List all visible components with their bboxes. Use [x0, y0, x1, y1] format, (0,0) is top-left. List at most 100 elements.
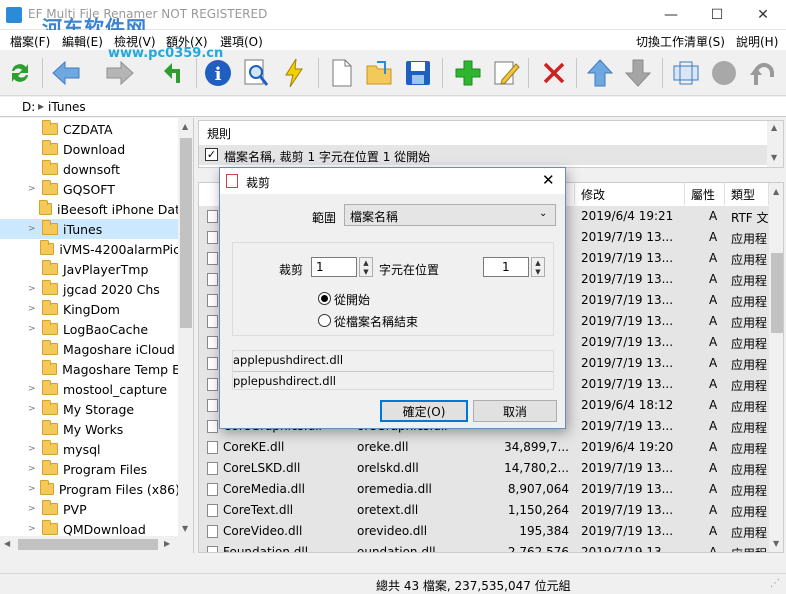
tree-item[interactable]: > PVP — [0, 499, 180, 519]
trim-count-stepper[interactable]: ▲ ▼ — [359, 257, 373, 277]
tree-hscrollbar[interactable]: ◀ ▶ — [0, 536, 193, 553]
table-row[interactable]: CoreLSKD.dll orelskd.dll 14,780,2... 2019/7… — [199, 458, 769, 479]
menu-edit[interactable]: 編輯(E) — [62, 33, 103, 50]
undo-button[interactable] — [746, 57, 778, 89]
column-header-attr[interactable]: 屬性 — [685, 183, 725, 205]
rules-vscrollbar[interactable]: ▲ ▼ — [767, 121, 783, 167]
tree-item[interactable]: Magoshare Temp E — [0, 359, 180, 379]
preview-button[interactable] — [240, 57, 272, 89]
table-row[interactable]: CoreKE.dll oreke.dll 34,899,7... 2019/6/4 1… — [199, 437, 769, 458]
table-row[interactable]: Foundation.dll oundation.dll 2,762,576 2019… — [199, 542, 769, 553]
folder-icon — [42, 120, 58, 135]
tree-item[interactable]: JavPlayerTmp — [0, 259, 180, 279]
filelist-scroll-thumb[interactable] — [771, 253, 783, 333]
tree-hscroll-thumb[interactable] — [18, 539, 158, 550]
tree-item[interactable]: > jgcad 2020 Chs — [0, 279, 180, 299]
edit-rule-button[interactable] — [490, 57, 522, 89]
up-level-button[interactable] — [158, 57, 190, 89]
path-drive[interactable]: D: — [22, 100, 35, 114]
move-up-button[interactable] — [584, 57, 616, 89]
menu-switch-tasklist[interactable]: 切換工作清單(S) — [636, 33, 725, 50]
expand-arrow-icon[interactable]: > — [28, 224, 40, 234]
menu-file[interactable]: 檔案(F) — [10, 33, 50, 50]
tree-item[interactable]: downsoft — [0, 159, 180, 179]
tree-item[interactable]: CZDATA — [0, 119, 180, 139]
delete-rule-button[interactable] — [538, 57, 570, 89]
expand-arrow-icon[interactable]: > — [28, 464, 40, 474]
tree-item[interactable]: > My Storage — [0, 399, 180, 419]
file-new-name: orevideo.dll — [357, 524, 428, 538]
expand-arrow-icon[interactable]: > — [28, 484, 38, 494]
resize-grip-icon[interactable]: ⋰ — [770, 578, 780, 589]
execute-button[interactable] — [278, 57, 310, 89]
radio-from-start-label[interactable]: 從開始 — [334, 291, 370, 308]
file-icon — [207, 336, 218, 349]
tree-item-label: iVMS-4200alarmPic — [59, 241, 180, 257]
position-input[interactable]: 1 — [483, 257, 529, 277]
cancel-button[interactable]: 取消 — [473, 400, 557, 422]
dialog-title-bar[interactable]: 裁剪 ✕ — [220, 168, 565, 194]
trim-count-input[interactable]: 1 — [311, 257, 357, 277]
expand-arrow-icon[interactable]: > — [28, 444, 40, 454]
expand-arrow-icon[interactable]: > — [28, 524, 40, 534]
expand-arrow-icon[interactable]: > — [28, 184, 40, 194]
new-list-button[interactable] — [326, 57, 358, 89]
table-row[interactable]: CoreVideo.dll orevideo.dll 195,384 2019/7/1… — [199, 521, 769, 542]
radio-from-end-label[interactable]: 從檔案名稱結束 — [334, 313, 418, 330]
expand-arrow-icon[interactable]: > — [28, 504, 40, 514]
tree-item[interactable]: > GQSOFT — [0, 179, 180, 199]
file-icon — [207, 315, 218, 328]
add-rule-button[interactable] — [452, 57, 484, 89]
expand-arrow-icon[interactable]: > — [28, 304, 40, 314]
rule-settings-button[interactable] — [670, 57, 702, 89]
tree-item[interactable]: iBeesoft iPhone Dat — [0, 199, 180, 219]
tree-item[interactable]: > KingDom — [0, 299, 180, 319]
table-row[interactable]: CoreText.dll oretext.dll 1,150,264 2019/7/1… — [199, 500, 769, 521]
tree-item[interactable]: Magoshare iCloud — [0, 339, 180, 359]
tree-item[interactable]: My Works — [0, 419, 180, 439]
menu-help[interactable]: 說明(H) — [736, 33, 778, 50]
tree-item[interactable]: > mysql — [0, 439, 180, 459]
forward-button[interactable] — [104, 57, 136, 89]
expand-arrow-icon[interactable]: > — [28, 324, 40, 334]
menu-options[interactable]: 選項(O) — [220, 33, 263, 50]
column-header-type[interactable]: 類型 — [725, 183, 769, 205]
tree-item[interactable]: > Program Files — [0, 459, 180, 479]
file-attr: A — [709, 545, 718, 553]
radio-from-start[interactable] — [318, 292, 331, 305]
maximize-button[interactable]: ☐ — [694, 0, 740, 30]
tree-item[interactable]: Download — [0, 139, 180, 159]
tree-item[interactable]: > Program Files (x86) — [0, 479, 180, 499]
column-header-modified[interactable]: 修改 — [575, 183, 685, 205]
position-stepper[interactable]: ▲ ▼ — [531, 257, 545, 277]
expand-arrow-icon[interactable]: > — [28, 404, 40, 414]
path-bar[interactable]: D: ▸ iTunes — [0, 97, 786, 117]
path-folder[interactable]: iTunes — [48, 100, 86, 114]
tree-item[interactable]: iVMS-4200alarmPic — [0, 239, 180, 259]
record-button[interactable] — [708, 57, 740, 89]
tree-item[interactable]: > iTunes — [0, 219, 180, 239]
tree-item[interactable]: > LogBaoCache — [0, 319, 180, 339]
expand-arrow-icon[interactable]: > — [28, 284, 40, 294]
table-row[interactable]: CoreMedia.dll oremedia.dll 8,907,064 2019/7… — [199, 479, 769, 500]
info-button[interactable]: i — [202, 57, 234, 89]
rule-checkbox[interactable]: ✓ — [205, 148, 218, 161]
tree-item[interactable]: > mostool_capture — [0, 379, 180, 399]
rule-row[interactable]: ✓ 檔案名稱, 裁剪 1 字元在位置 1 從開始 — [199, 145, 767, 165]
open-list-button[interactable] — [364, 57, 396, 89]
minimize-button[interactable]: — — [648, 0, 694, 30]
tree-vscrollbar[interactable]: ▲ ▼ — [178, 118, 193, 536]
close-window-button[interactable]: ✕ — [740, 0, 786, 30]
tree-scroll-thumb[interactable] — [180, 138, 192, 328]
radio-from-end[interactable] — [318, 314, 331, 327]
ok-button[interactable]: 確定(O) — [380, 400, 468, 422]
refresh-button[interactable] — [4, 57, 36, 89]
move-down-button[interactable] — [622, 57, 654, 89]
back-button[interactable] — [50, 57, 82, 89]
save-list-button[interactable] — [402, 57, 434, 89]
dialog-close-icon[interactable]: ✕ — [542, 171, 555, 189]
expand-arrow-icon[interactable]: > — [28, 384, 40, 394]
folder-tree[interactable]: CZDATA Download downsoft > GQSOFT iBeesoft iP… — [0, 118, 194, 553]
filelist-vscrollbar[interactable]: ▲ ▼ — [769, 183, 783, 552]
range-select[interactable]: 檔案名稱 ⌄ — [344, 204, 556, 226]
